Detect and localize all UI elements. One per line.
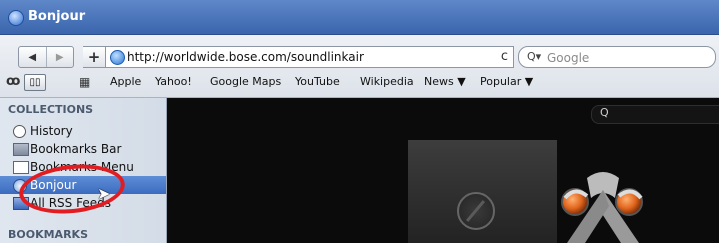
bookmark-news-menu[interactable]: News ▼ [424, 75, 466, 88]
search-box[interactable]: Q▾ [518, 46, 716, 68]
globe-icon [110, 50, 125, 65]
search-icon: Q▾ [527, 50, 542, 63]
bookmark-youtube[interactable]: YouTube [295, 75, 340, 88]
search-icon: Q [600, 106, 609, 119]
bookmark-google-maps[interactable]: Google Maps [210, 75, 281, 88]
bookmarks-bar-icon [13, 143, 29, 156]
search-input[interactable] [545, 49, 709, 66]
bookmarks-header: BOOKMARKS [8, 228, 88, 241]
back-button[interactable]: ◀ [19, 47, 46, 67]
compass-icon [457, 192, 495, 230]
bookmarks-bar: ꝏ ▯▯ ▦ Apple Yahoo! Google Maps YouTube … [0, 73, 719, 93]
clock-icon [13, 125, 26, 138]
sidebar-item-label: Bookmarks Bar [30, 142, 122, 156]
content-area: Q [167, 98, 719, 243]
collections-header: COLLECTIONS [8, 103, 94, 116]
top-sites-icon[interactable]: ▦ [79, 75, 90, 89]
safari-icon [8, 10, 24, 26]
bonjour-tile[interactable] [408, 140, 557, 243]
content-search-field[interactable]: Q [591, 105, 719, 124]
title-bar: Bonjour [0, 0, 719, 35]
reload-button[interactable]: c [501, 49, 508, 64]
bookmarks-menu-icon [13, 161, 29, 174]
reading-list-icon[interactable]: ꝏ [6, 74, 20, 89]
mouse-pointer-icon: ➤ [97, 184, 111, 203]
sidebar-item-label: History [30, 124, 73, 138]
toolbar: ◀ ▶ + http://worldwide.bose.com/soundlin… [0, 35, 719, 98]
sidebar-item-history[interactable]: History [0, 122, 166, 140]
url-text[interactable]: http://worldwide.bose.com/soundlinkair [127, 50, 364, 64]
nav-buttons: ◀ ▶ [18, 46, 74, 68]
forward-button[interactable]: ▶ [45, 47, 74, 67]
bookmark-yahoo[interactable]: Yahoo! [155, 75, 192, 88]
window-title: Bonjour [28, 9, 86, 24]
address-bar[interactable]: http://worldwide.bose.com/soundlinkair c [105, 46, 514, 68]
bookmark-apple[interactable]: Apple [110, 75, 141, 88]
bookmark-wikipedia[interactable]: Wikipedia [360, 75, 414, 88]
show-all-bookmarks-icon[interactable]: ▯▯ [24, 74, 46, 91]
add-bookmark-button[interactable]: + [83, 46, 106, 68]
speaker-logo [561, 172, 643, 243]
sidebar-item-bookmarks-bar[interactable]: Bookmarks Bar [0, 140, 166, 158]
bookmark-popular-menu[interactable]: Popular ▼ [480, 75, 533, 88]
